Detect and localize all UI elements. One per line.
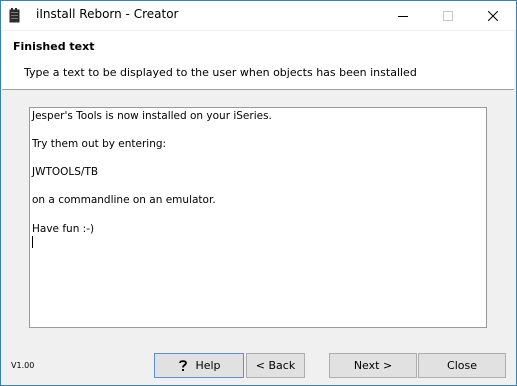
- app-icon: [9, 8, 20, 23]
- text-line: on a commandline on an emulator.: [32, 194, 216, 206]
- back-button[interactable]: < Back: [246, 353, 305, 378]
- text-caret: [32, 236, 33, 248]
- minimize-button[interactable]: [380, 1, 425, 30]
- text-line: Jesper's Tools is now installed on your …: [32, 110, 272, 122]
- title-bar[interactable]: iInstall Reborn - Creator: [1, 1, 516, 30]
- text-line: JWTOOLS/TB: [32, 166, 99, 178]
- close-button[interactable]: Close: [418, 353, 506, 378]
- text-line: Try them out by entering:: [32, 138, 167, 150]
- back-button-label: < Back: [255, 359, 296, 372]
- maximize-icon: [442, 10, 453, 21]
- page-title: Finished text: [13, 40, 95, 53]
- maximize-button[interactable]: [425, 1, 470, 30]
- help-button-label: Help: [195, 359, 221, 372]
- close-button-label: Close: [447, 359, 477, 372]
- close-icon: [487, 10, 498, 21]
- installer-window: iInstall Reborn - Creator Finished text …: [0, 0, 517, 386]
- help-button[interactable]: Help: [154, 353, 244, 378]
- window-title: iInstall Reborn - Creator: [36, 7, 179, 21]
- question-mark-icon: [177, 359, 189, 372]
- text-line: Have fun :-): [32, 223, 95, 235]
- next-button[interactable]: Next >: [329, 353, 417, 378]
- version-label: V1.00: [11, 361, 35, 370]
- next-button-label: Next >: [353, 359, 393, 372]
- header-panel: Finished text Type a text to be displaye…: [2, 31, 514, 90]
- finished-text-area[interactable]: Jesper's Tools is now installed on your …: [29, 107, 487, 328]
- page-description: Type a text to be displayed to the user …: [24, 66, 417, 79]
- minimize-icon: [397, 15, 408, 17]
- close-window-button[interactable]: [470, 1, 515, 30]
